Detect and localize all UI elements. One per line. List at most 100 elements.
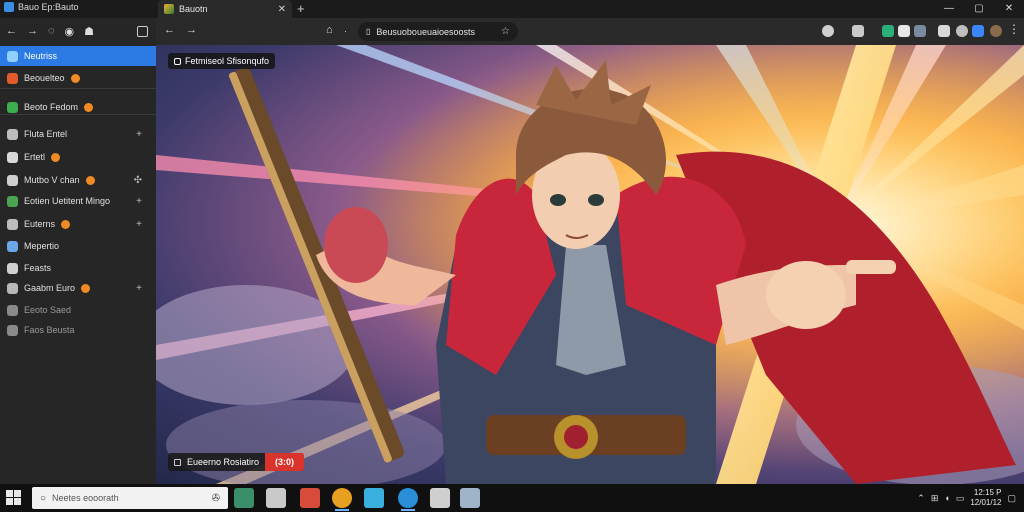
sidebar-item-icon <box>7 50 18 62</box>
sidebar-item-icon <box>7 218 18 230</box>
avatar[interactable] <box>990 25 1002 37</box>
extension-green-icon[interactable] <box>882 25 894 37</box>
taskbar-search-input[interactable]: ○ Neetes eooorath ✇ <box>32 487 228 509</box>
url-text: Beusuoboueuaioesoosts <box>376 26 475 37</box>
home-button[interactable]: ⌂ <box>326 24 333 36</box>
refresh-icon[interactable]: ◌ <box>48 25 55 37</box>
sidebar-item-action-button[interactable]: + <box>136 219 142 230</box>
sidebar-item-label: Beoto Fedom <box>24 102 79 112</box>
sidebar-item[interactable]: Feasts <box>0 258 156 278</box>
reload-button[interactable]: · <box>344 26 347 36</box>
notification-badge-icon <box>84 102 94 112</box>
system-tray: ⌃ ⊞ ◖ ▭ 12:15 P 12/01/12 ▢ <box>917 484 1016 512</box>
clock[interactable]: 12:15 P 12/01/12 <box>970 488 1001 508</box>
sidebar-item-action-button[interactable]: ✣ <box>134 175 142 186</box>
game-icon[interactable] <box>266 488 286 508</box>
sidebar-item[interactable]: Fluta Entel + <box>0 124 156 144</box>
sidebar-item-icon <box>7 72 18 84</box>
forward-button[interactable]: → <box>186 24 197 36</box>
new-tab-button[interactable]: + <box>297 1 305 16</box>
sidebar-item[interactable]: Neutriss <box>0 46 156 66</box>
sidebar-item[interactable]: Mutbo V chan ✣ <box>0 170 156 190</box>
sidebar-item-icon <box>7 240 18 252</box>
extension-tile-icon[interactable] <box>938 25 950 37</box>
download-icon[interactable] <box>972 25 984 37</box>
back-button[interactable]: ← <box>164 24 175 36</box>
network-icon[interactable]: ⊞ <box>931 493 939 504</box>
video-title-text: Fetmiseol Sfisonqufo <box>185 56 270 66</box>
sidebar-item[interactable]: Gaabm Euro + <box>0 278 156 298</box>
microphone-icon[interactable]: ✇ <box>212 493 220 504</box>
notification-badge-icon <box>51 152 61 162</box>
notification-badge-icon <box>85 175 95 185</box>
extension-box-icon[interactable] <box>914 25 926 37</box>
sidebar-item-label: Mutbo V chan <box>24 175 80 185</box>
extension-round-icon[interactable] <box>956 25 968 37</box>
sidebar-toggle-icon[interactable] <box>137 25 148 37</box>
extension-puzzle-icon[interactable] <box>898 25 910 37</box>
tab-title: Bauotn <box>179 4 208 14</box>
tab-favicon-icon <box>164 4 174 14</box>
app-icon[interactable] <box>430 488 450 508</box>
store-icon[interactable] <box>234 488 254 508</box>
photos-icon[interactable] <box>364 488 384 508</box>
page-info-icon[interactable]: ▯ <box>366 27 370 36</box>
maximize-button[interactable]: ▢ <box>964 0 994 18</box>
media-icon[interactable] <box>300 488 320 508</box>
sidebar-item-label: Mepertio <box>24 241 60 251</box>
sidebar-item[interactable]: Euterns + <box>0 214 156 234</box>
sidebar-item-action-button[interactable]: + <box>136 129 142 140</box>
terminal-icon[interactable] <box>460 488 480 508</box>
profile-sync-icon[interactable] <box>852 25 864 37</box>
sidebar-item[interactable]: Eotien Uetitent Mingo + <box>0 191 156 211</box>
sidebar-item-label: Ertetl <box>24 152 46 162</box>
sidebar-item-action-button[interactable]: + <box>136 196 142 207</box>
tray-expand-icon[interactable]: ⌃ <box>917 493 925 504</box>
sidebar-item-icon <box>7 174 18 186</box>
search-icon: ○ <box>40 492 47 504</box>
sidebar-item-label: Euterns <box>24 219 56 229</box>
tab-close-icon[interactable]: ✕ <box>278 4 286 15</box>
sidebar-divider <box>0 114 156 115</box>
clock-time: 12:15 P <box>973 488 1002 497</box>
volume-icon[interactable]: ◖ <box>944 493 949 503</box>
forward-arrow-icon[interactable]: → <box>27 25 38 37</box>
title-bar: Bauo Ep:Bauto Bauotn ✕ + — ▢ ✕ <box>0 0 1024 18</box>
battery-icon[interactable]: ▭ <box>956 493 965 504</box>
history-icon[interactable]: ◉ <box>65 25 75 38</box>
sidebar-item-icon <box>7 262 18 274</box>
sidebar-item[interactable]: Eeoto Saed <box>0 300 156 320</box>
sidebar-item[interactable]: Mepertio <box>0 236 156 256</box>
browser-tab[interactable]: Bauotn ✕ <box>158 0 292 18</box>
app-title-text: Bauo Ep:Bauto <box>18 2 79 12</box>
clock-date: 12/01/12 <box>970 498 1002 507</box>
sidebar-item[interactable]: Ertetl <box>0 147 156 167</box>
sidebar-item[interactable]: Faos Beusta <box>0 320 156 340</box>
start-windows-icon[interactable] <box>6 490 21 505</box>
caption-pill[interactable]: (3:0) <box>265 453 305 471</box>
caption-text: Eueerno Rosiatiro <box>187 457 260 467</box>
menu-icon[interactable]: ⋮ <box>1008 22 1020 36</box>
sidebar-item-label: Eeoto Saed <box>24 305 72 315</box>
extension-icon[interactable] <box>822 25 834 37</box>
chrome-icon[interactable] <box>332 488 352 511</box>
browser-icon[interactable] <box>398 488 418 511</box>
close-window-button[interactable]: ✕ <box>994 0 1024 18</box>
back-arrow-icon[interactable]: ← <box>6 25 17 37</box>
sidebar-item-action-button[interactable]: + <box>136 283 142 294</box>
minimize-button[interactable]: — <box>934 0 964 18</box>
caption-overlay[interactable]: Eueerno Rosiatiro (3:0) <box>168 453 305 471</box>
sidebar-item-label: Fluta Entel <box>24 129 68 139</box>
search-placeholder: Neetes eooorath <box>52 493 119 503</box>
sidebar-item-label: Feasts <box>24 263 52 273</box>
sidebar-item[interactable]: Beouelteo <box>0 68 156 88</box>
url-field[interactable]: ▯ Beusuoboueuaioesoosts ☆ <box>358 22 518 41</box>
notification-badge-icon <box>81 283 91 293</box>
robot-icon[interactable]: ☗ <box>84 25 94 38</box>
bookmark-star-icon[interactable]: ☆ <box>501 26 510 37</box>
notification-icon[interactable]: ▢ <box>1007 493 1016 504</box>
page-viewport[interactable]: Fetmiseol Sfisonqufo Eueerno Rosiatiro (… <box>156 45 1024 484</box>
notification-badge-icon <box>61 219 71 229</box>
app-title: Bauo Ep:Bauto <box>4 2 79 12</box>
sidebar-item-icon <box>7 151 18 163</box>
